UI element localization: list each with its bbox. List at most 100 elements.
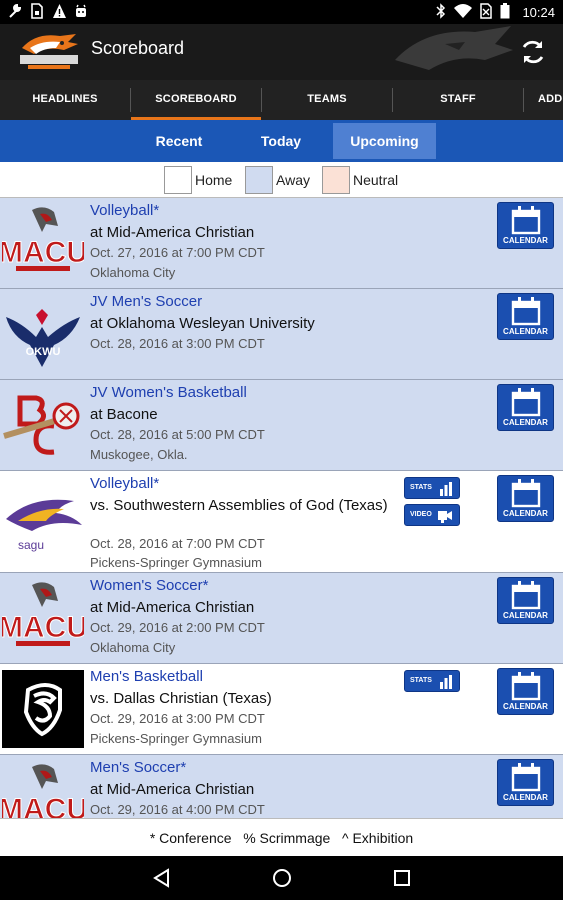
tab-add[interactable]: ADD (524, 80, 563, 120)
add-to-calendar-button[interactable]: CALENDAR (497, 759, 554, 806)
legend-home: Home (164, 166, 232, 194)
game-location: Oklahoma City (90, 265, 176, 280)
app-bar: Scoreboard (0, 24, 563, 80)
recents-button[interactable] (390, 866, 414, 890)
video-button[interactable]: VIDEO (404, 504, 460, 526)
add-to-calendar-button[interactable]: CALENDAR (497, 475, 554, 522)
back-icon (153, 868, 169, 888)
svg-text:sagu: sagu (18, 538, 44, 552)
no-sim-icon (480, 3, 493, 23)
game-sport[interactable]: Men's Basketball (90, 668, 203, 685)
game-sport[interactable]: Volleyball* (90, 475, 159, 492)
macu-logo-icon: MACU (0, 579, 89, 657)
symbol-key: * Conference % Scrimmage ^ Exhibition (0, 818, 563, 856)
warning-icon (52, 3, 66, 19)
wrench-icon (8, 3, 22, 19)
game-row[interactable]: MACU Women's Soccer* at Mid-America Chri… (0, 573, 563, 664)
home-button[interactable] (270, 866, 294, 890)
add-to-calendar-button[interactable]: CALENDAR (497, 577, 554, 624)
game-opponent: vs. Southwestern Assemblies of God (Texa… (90, 497, 388, 514)
calendar-icon (511, 388, 541, 417)
bar-chart-icon (440, 675, 452, 689)
tab-staff[interactable]: STAFF (393, 80, 523, 120)
game-row[interactable]: MACU Men's Soccer* at Mid-America Christ… (0, 755, 563, 818)
game-datetime: Oct. 27, 2016 at 7:00 PM CDT (90, 245, 265, 260)
video-label: VIDEO (410, 511, 432, 518)
game-row[interactable]: JV Women's Basketball at Bacone Oct. 28,… (0, 380, 563, 471)
neutral-swatch (322, 166, 350, 194)
game-row[interactable]: Men's Basketball vs. Dallas Christian (T… (0, 664, 563, 755)
home-swatch (164, 166, 192, 194)
game-opponent: at Mid-America Christian (90, 224, 255, 241)
game-opponent: at Mid-America Christian (90, 599, 255, 616)
tab-headlines[interactable]: HEADLINES (0, 80, 130, 120)
tab-bar: HEADLINES SCOREBOARD TEAMS STAFF ADD (0, 80, 563, 120)
back-button[interactable] (150, 866, 174, 890)
game-datetime: Oct. 29, 2016 at 2:00 PM CDT (90, 620, 265, 635)
dallas-christian-logo-icon (2, 670, 84, 748)
game-sport[interactable]: JV Men's Soccer (90, 293, 202, 310)
game-datetime: Oct. 29, 2016 at 3:00 PM CDT (90, 711, 265, 726)
game-sport[interactable]: Men's Soccer* (90, 759, 186, 776)
game-opponent: at Oklahoma Wesleyan University (90, 315, 315, 332)
recents-icon (394, 870, 410, 886)
stats-label: STATS (410, 484, 432, 491)
refresh-icon (522, 40, 544, 64)
macu-logo-icon: MACU (0, 204, 89, 282)
calendar-icon (511, 206, 541, 235)
system-nav-bar (0, 856, 563, 900)
battery-icon (500, 3, 510, 23)
filter-upcoming[interactable]: Upcoming (333, 123, 436, 159)
legend-away-label: Away (276, 172, 310, 188)
game-datetime: Oct. 28, 2016 at 3:00 PM CDT (90, 336, 265, 351)
add-to-calendar-button[interactable]: CALENDAR (497, 293, 554, 340)
wifi-icon (454, 3, 473, 23)
svg-text:MACU: MACU (2, 611, 84, 644)
legend-neutral-label: Neutral (353, 172, 399, 188)
stats-button[interactable]: STATS (404, 670, 460, 692)
tab-teams[interactable]: TEAMS (262, 80, 392, 120)
legend-home-label: Home (195, 172, 233, 188)
game-sport[interactable]: Women's Soccer* (90, 577, 208, 594)
away-swatch (245, 166, 273, 194)
location-legend: Home Away Neutral (0, 162, 563, 198)
add-to-calendar-button[interactable]: CALENDAR (497, 384, 554, 431)
add-to-calendar-button[interactable]: CALENDAR (497, 202, 554, 249)
filter-recent[interactable]: Recent (132, 123, 226, 159)
tab-scoreboard[interactable]: SCOREBOARD (131, 80, 261, 120)
game-row[interactable]: MACU Volleyball* at Mid-America Christia… (0, 198, 563, 289)
android-icon (74, 3, 88, 19)
game-opponent: at Bacone (90, 406, 158, 423)
legend-away: Away (245, 166, 310, 194)
game-row[interactable]: sagu Volleyball* vs. Southwestern Assemb… (0, 471, 563, 573)
calendar-label: CALENDAR (503, 509, 548, 518)
school-logo[interactable] (16, 30, 82, 72)
macu-logo-icon: MACU (0, 761, 89, 818)
game-location: Oklahoma City (90, 640, 176, 655)
game-sport[interactable]: Volleyball* (90, 202, 159, 219)
calendar-icon (511, 297, 541, 326)
game-datetime: Oct. 29, 2016 at 4:00 PM CDT (90, 802, 265, 817)
svg-text:MACU: MACU (2, 793, 84, 818)
calendar-label: CALENDAR (503, 236, 548, 245)
app-title: Scoreboard (91, 38, 185, 58)
stats-button[interactable]: STATS (404, 477, 460, 499)
calendar-label: CALENDAR (503, 702, 548, 711)
filter-today[interactable]: Today (234, 123, 328, 159)
sim-icon (30, 3, 44, 19)
calendar-icon (511, 479, 541, 508)
calendar-label: CALENDAR (503, 611, 548, 620)
okwu-logo-icon: OKWU (2, 297, 84, 375)
refresh-button[interactable] (517, 36, 549, 68)
home-icon (273, 869, 291, 887)
game-list[interactable]: MACU Volleyball* at Mid-America Christia… (0, 198, 563, 818)
status-time: 10:24 (522, 5, 555, 20)
bacone-logo-icon (2, 388, 84, 466)
add-to-calendar-button[interactable]: CALENDAR (497, 668, 554, 715)
game-row[interactable]: OKWU JV Men's Soccer at Oklahoma Wesleya… (0, 289, 563, 380)
game-location: Muskogee, Okla. (90, 447, 188, 462)
video-camera-icon (438, 511, 452, 523)
mascot-watermark-icon (385, 24, 515, 80)
game-sport[interactable]: JV Women's Basketball (90, 384, 247, 401)
stats-label: STATS (410, 677, 432, 684)
